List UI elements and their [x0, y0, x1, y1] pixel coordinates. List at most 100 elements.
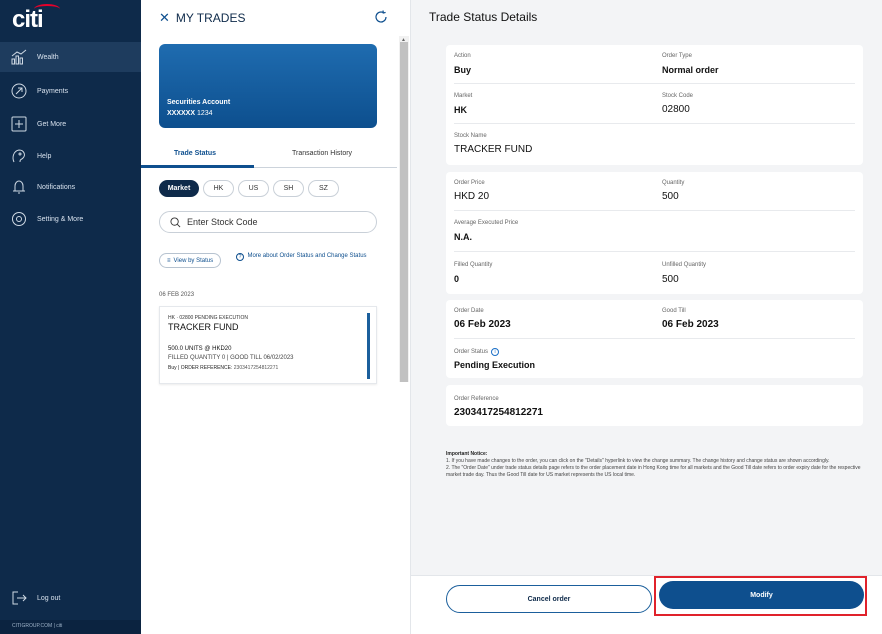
sidebar-item-payments[interactable]: Payments	[0, 76, 141, 106]
trades-header: ✕ MY TRADES	[159, 10, 245, 26]
good-till-label: Good Till	[662, 308, 686, 314]
notice-title: Important Notice:	[446, 451, 488, 457]
divider	[454, 210, 855, 211]
order-status-label-row: Order Status i	[454, 348, 500, 356]
filled-quantity-label: Filled Quantity	[454, 262, 493, 268]
notice-paragraph-1: 1. If you have made changes to the order…	[446, 458, 830, 464]
active-tab-indicator	[141, 165, 254, 168]
order-reference-label: Order Reference	[454, 396, 499, 402]
unfilled-quantity-label: Unfilled Quantity	[662, 262, 707, 268]
view-by-status-label: View by Status	[173, 257, 214, 264]
sidebar-item-wealth[interactable]: Wealth	[0, 42, 141, 72]
bell-icon	[11, 179, 27, 195]
order-date-label: Order Date	[454, 308, 484, 314]
price-quantity-card: Order Price HKD 20 Quantity 500 Average …	[446, 172, 863, 294]
order-type-label: Order Type	[662, 53, 692, 59]
account-title: Securities Account	[167, 99, 231, 106]
info-icon[interactable]: i	[491, 348, 500, 356]
order-reference-value: 2303417254812271	[454, 407, 543, 418]
sidebar-item-settings[interactable]: Setting & More	[0, 204, 141, 234]
account-number: XXXXXX 1234	[167, 110, 213, 117]
trade-market-status: HK · 02800 PENDING EXECUTION	[168, 315, 249, 321]
page-title: Trade Status Details	[429, 10, 538, 24]
tabs: Trade Status Transaction History	[141, 144, 397, 168]
order-price-label: Order Price	[454, 180, 485, 186]
stock-code-value: 02800	[662, 104, 690, 115]
unfilled-quantity-value: 500	[662, 274, 679, 285]
avg-price-label: Average Executed Price	[454, 220, 519, 226]
sidebar-item-notifications[interactable]: Notifications	[0, 172, 141, 202]
view-by-status-button[interactable]: ≡ View by Status	[159, 253, 222, 268]
refresh-icon[interactable]	[374, 10, 388, 24]
action-bar: Cancel order Modify	[411, 575, 882, 634]
tab-trade-status[interactable]: Trade Status	[174, 150, 216, 157]
logout-button[interactable]: Log out	[0, 583, 141, 613]
sidebar-item-label: Help	[37, 152, 52, 160]
sidebar-item-label: Wealth	[37, 53, 59, 61]
payments-arrow-icon	[11, 83, 27, 99]
quantity-label: Quantity	[662, 180, 685, 186]
close-icon[interactable]: ✕	[159, 10, 170, 26]
get-more-plus-icon	[11, 116, 27, 132]
action-label: Action	[454, 53, 471, 59]
date-status-card: Order Date 06 Feb 2023 Good Till 06 Feb …	[446, 300, 863, 378]
sidebar-item-label: Get More	[37, 120, 67, 128]
scrollbar-thumb[interactable]	[400, 42, 408, 382]
stock-name-label: Stock Name	[454, 133, 487, 139]
action-value: Buy	[454, 65, 472, 75]
divider	[454, 123, 855, 124]
settings-gear-icon	[11, 211, 27, 227]
trade-list-item[interactable]: HK · 02800 PENDING EXECUTION TRACKER FUN…	[159, 306, 377, 384]
market-value: HK	[454, 105, 467, 115]
notice-paragraph-2: 2. The "Order Date" under trade status d…	[446, 465, 861, 478]
trades-title: MY TRADES	[175, 11, 246, 25]
wealth-chart-icon	[11, 49, 27, 65]
scroll-up-arrow-icon[interactable]: ▲	[401, 37, 406, 43]
order-info-card: Action Buy Order Type Normal order Marke…	[446, 45, 863, 165]
market-filter: Market HK US SH SZ	[159, 180, 339, 197]
divider	[454, 251, 855, 252]
help-icon	[11, 148, 27, 164]
trade-details-panel: Trade Status Details Action Buy Order Ty…	[411, 0, 882, 634]
market-chip-all[interactable]: Market	[159, 180, 199, 197]
avg-price-value: N.A.	[454, 232, 472, 242]
order-reference-card: Order Reference 2303417254812271	[446, 385, 863, 426]
sidebar-item-label: Setting & More	[37, 215, 84, 223]
sidebar-item-get-more[interactable]: Get More	[0, 109, 141, 139]
trade-stock-name: TRACKER FUND	[168, 322, 239, 332]
securities-account-card[interactable]: Securities Account XXXXXX 1234	[159, 44, 377, 128]
order-price-value: HKD 20	[454, 191, 490, 202]
important-notice: Important Notice: 1. If you have made ch…	[446, 451, 866, 479]
stock-name-value: TRACKER FUND	[454, 144, 533, 155]
market-label: Market	[454, 93, 473, 99]
sidebar-item-help[interactable]: Help	[0, 141, 141, 171]
more-about-order-status-link[interactable]: ? More about Order Status and Change Sta…	[236, 252, 367, 261]
market-chip-sz[interactable]: SZ	[308, 180, 339, 197]
sidebar: citi Wealth Payments Get More Help Notif…	[0, 0, 141, 634]
search-icon	[170, 216, 181, 227]
trade-accent-bar	[367, 313, 370, 379]
search-placeholder: Enter Stock Code	[187, 217, 258, 227]
quantity-value: 500	[662, 191, 679, 202]
market-chip-hk[interactable]: HK	[203, 180, 234, 197]
tab-transaction-history[interactable]: Transaction History	[292, 150, 352, 157]
more-about-label: More about Order Status and Change Statu…	[247, 253, 367, 259]
filled-quantity-value: 0	[454, 274, 460, 284]
trades-panel: ✕ MY TRADES Securities Account XXXXXX 12…	[141, 0, 411, 634]
market-chip-us[interactable]: US	[238, 180, 269, 197]
market-chip-sh[interactable]: SH	[273, 180, 304, 197]
good-till-value: 06 Feb 2023	[662, 319, 719, 330]
modify-button[interactable]: Modify	[659, 581, 864, 609]
order-status-value: Pending Execution	[454, 360, 536, 370]
filter-icon: ≡	[167, 257, 171, 264]
logout-icon	[11, 590, 27, 606]
citi-logo: citi	[12, 6, 44, 33]
order-date-value: 06 Feb 2023	[454, 319, 511, 330]
cancel-order-button[interactable]: Cancel order	[446, 585, 652, 613]
trade-units: 500.0 UNITS @ HKD20	[168, 346, 232, 352]
sidebar-item-label: Payments	[37, 87, 69, 95]
divider	[454, 83, 855, 84]
stock-search-input[interactable]: Enter Stock Code	[159, 211, 377, 233]
stock-code-label: Stock Code	[662, 93, 694, 99]
trade-reference: Buy | ORDER REFERENCE: 2303417254812271	[168, 365, 279, 371]
